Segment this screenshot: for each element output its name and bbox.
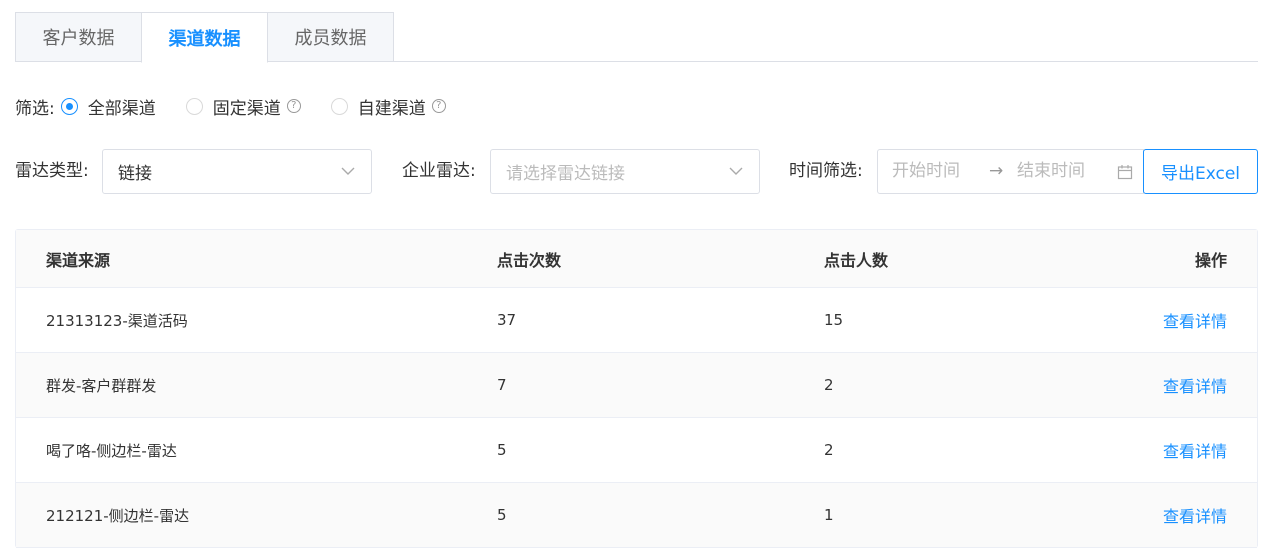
radio-custom-channels[interactable]: 自建渠道 ?	[330, 94, 446, 119]
range-arrow-icon: →	[989, 161, 1004, 181]
radar-type-label: 雷达类型:	[15, 161, 89, 181]
view-details-link[interactable]: 查看详情	[1163, 483, 1227, 547]
cell-source: 21313123-渠道活码	[46, 311, 188, 330]
question-icon[interactable]: ?	[286, 99, 301, 113]
column-header-source: 渠道来源	[46, 250, 111, 270]
channel-data-table: 渠道来源 点击次数 点击人数 操作 21313123-渠道活码 37 15 查看…	[15, 229, 1258, 548]
radio-button[interactable]	[330, 97, 348, 115]
chevron-down-icon	[341, 167, 355, 175]
table-row: 群发-客户群群发 7 2 查看详情	[16, 353, 1257, 418]
cell-users: 1	[824, 506, 834, 524]
cell-users: 2	[824, 441, 834, 459]
cell-users: 15	[824, 311, 844, 329]
end-date-input[interactable]: 结束时间	[1017, 150, 1085, 193]
chevron-down-icon	[729, 167, 743, 175]
cell-source: 群发-客户群群发	[46, 376, 157, 395]
cell-users: 2	[824, 376, 834, 394]
cell-clicks: 5	[497, 506, 507, 524]
question-icon[interactable]: ?	[431, 99, 446, 113]
view-details-link[interactable]: 查看详情	[1163, 288, 1227, 352]
table-header: 渠道来源 点击次数 点击人数 操作	[16, 230, 1257, 288]
time-filter-label: 时间筛选:	[789, 161, 863, 181]
start-date-input[interactable]: 开始时间	[892, 150, 960, 193]
view-details-link[interactable]: 查看详情	[1163, 353, 1227, 417]
enterprise-radar-select[interactable]: 请选择雷达链接	[490, 149, 760, 194]
table-row: 喝了咯-侧边栏-雷达 5 2 查看详情	[16, 418, 1257, 483]
cell-clicks: 7	[497, 376, 507, 394]
tab-member-data[interactable]: 成员数据	[267, 12, 394, 62]
cell-clicks: 5	[497, 441, 507, 459]
filter-label: 筛选:	[15, 98, 55, 119]
date-range-picker[interactable]: 开始时间 → 结束时间	[877, 149, 1144, 194]
radio-button[interactable]	[60, 97, 78, 115]
column-header-users: 点击人数	[824, 250, 889, 270]
export-excel-button[interactable]: 导出Excel	[1143, 149, 1258, 194]
tab-channel-data[interactable]: 渠道数据	[141, 12, 268, 63]
cell-source: 喝了咯-侧边栏-雷达	[46, 441, 177, 460]
radar-type-select[interactable]: 链接	[102, 149, 372, 194]
cell-source: 212121-侧边栏-雷达	[46, 506, 190, 525]
tab-bar: 客户数据 渠道数据 成员数据	[15, 12, 1258, 63]
column-header-clicks: 点击次数	[497, 250, 562, 270]
channel-filter: 筛选: 全部渠道 固定渠道 ? 自建渠道 ?	[15, 92, 476, 120]
radio-label: 自建渠道	[357, 98, 426, 119]
view-details-link[interactable]: 查看详情	[1163, 418, 1227, 482]
calendar-icon	[1117, 165, 1133, 180]
radio-button[interactable]	[185, 97, 203, 115]
selector-row: 雷达类型: 链接 企业雷达: 请选择雷达链接 时间筛选: 开始时间 → 结束时间…	[15, 149, 1258, 194]
radar-type-value: 链接	[118, 164, 152, 184]
tab-customer-data[interactable]: 客户数据	[15, 12, 142, 62]
cell-clicks: 37	[497, 311, 517, 329]
table-row: 21313123-渠道活码 37 15 查看详情	[16, 288, 1257, 353]
radio-label: 全部渠道	[87, 98, 156, 119]
table-row: 212121-侧边栏-雷达 5 1 查看详情	[16, 483, 1257, 548]
enterprise-radar-label: 企业雷达:	[402, 161, 476, 181]
radio-all-channels[interactable]: 全部渠道	[60, 94, 156, 119]
radio-fixed-channels[interactable]: 固定渠道 ?	[185, 94, 301, 119]
enterprise-radar-placeholder: 请选择雷达链接	[506, 164, 625, 184]
column-header-action: 操作	[1194, 250, 1227, 270]
radio-label: 固定渠道	[212, 98, 281, 119]
